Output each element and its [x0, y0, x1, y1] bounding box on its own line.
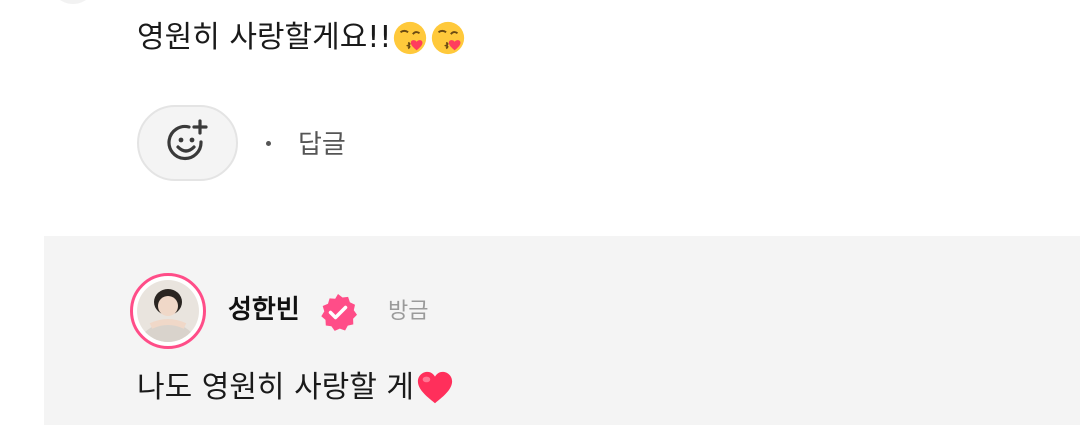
reply-body: 나도 영원히 사랑할 게	[137, 366, 454, 410]
reply-author-name[interactable]: 성한빈	[228, 292, 300, 328]
comment-text: 영원히 사랑할게요!!	[137, 20, 392, 55]
reply-timestamp: 방금	[388, 299, 429, 324]
add-reaction-button[interactable]	[137, 105, 238, 181]
add-reaction-smiley-icon	[166, 119, 208, 161]
reply-author-avatar[interactable]	[130, 273, 206, 349]
kissing-heart-emoji-icon	[432, 21, 465, 55]
reply-text: 나도 영원히 사랑할 게	[137, 370, 415, 405]
red-heart-emoji-icon	[417, 371, 453, 404]
previous-avatar-edge	[50, 0, 96, 4]
verified-badge-icon	[321, 294, 357, 331]
kissing-heart-emoji-icon	[394, 21, 427, 55]
reply-button[interactable]: 답글	[298, 127, 346, 163]
avatar-photo	[137, 280, 199, 342]
comment-body: 영원히 사랑할게요!!	[137, 16, 467, 60]
separator-dot	[266, 141, 271, 146]
